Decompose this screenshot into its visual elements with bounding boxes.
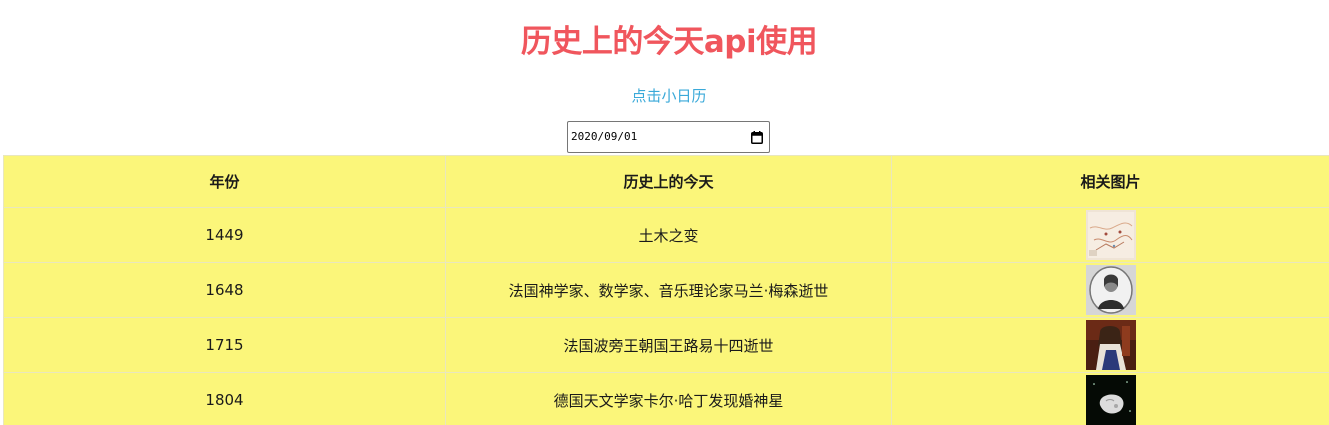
event-cell: 土木之变: [445, 207, 892, 263]
image-cell: [891, 207, 1329, 263]
header-event: 历史上的今天: [445, 155, 892, 208]
year-cell: 1449: [3, 207, 446, 263]
year-cell: 1648: [3, 262, 446, 318]
painting-thumbnail[interactable]: [1085, 320, 1136, 370]
calendar-icon[interactable]: [751, 131, 763, 144]
event-cell: 法国神学家、数学家、音乐理论家马兰·梅森逝世: [445, 262, 892, 318]
table-row: 1804 德国天文学家卡尔·哈丁发现婚神星: [3, 372, 1329, 425]
calendar-link[interactable]: 点击小日历: [631, 87, 706, 105]
table-row: 1715 法国波旁王朝国王路易十四逝世: [3, 317, 1329, 373]
asteroid-thumbnail[interactable]: [1085, 375, 1136, 425]
date-input[interactable]: 2020/09/01: [567, 121, 770, 153]
image-cell: [891, 372, 1329, 425]
event-cell: 德国天文学家卡尔·哈丁发现婚神星: [445, 372, 892, 425]
header-year: 年份: [3, 155, 446, 208]
table-row: 1449 土木之变: [3, 207, 1329, 263]
image-cell: [891, 262, 1329, 318]
year-cell: 1715: [3, 317, 446, 373]
calendar-link-row: 点击小日历: [0, 86, 1329, 106]
page-title: 历史上的今天api使用: [520, 24, 818, 60]
event-cell: 法国波旁王朝国王路易十四逝世: [445, 317, 892, 373]
history-table-container: 年份 历史上的今天 相关图片 1449 土木之变 1648 法国神学家、数学家、…: [3, 155, 1329, 425]
year-cell: 1804: [3, 372, 446, 425]
history-table: 年份 历史上的今天 相关图片 1449 土木之变 1648 法国神学家、数学家、…: [3, 155, 1329, 425]
portrait-thumbnail[interactable]: [1085, 265, 1136, 315]
image-cell: [891, 317, 1329, 373]
date-value: 2020/09/01: [571, 130, 638, 143]
header-image: 相关图片: [891, 155, 1329, 208]
map-thumbnail[interactable]: [1085, 210, 1136, 260]
table-row: 1648 法国神学家、数学家、音乐理论家马兰·梅森逝世: [3, 262, 1329, 318]
table-header-row: 年份 历史上的今天 相关图片: [3, 155, 1329, 208]
